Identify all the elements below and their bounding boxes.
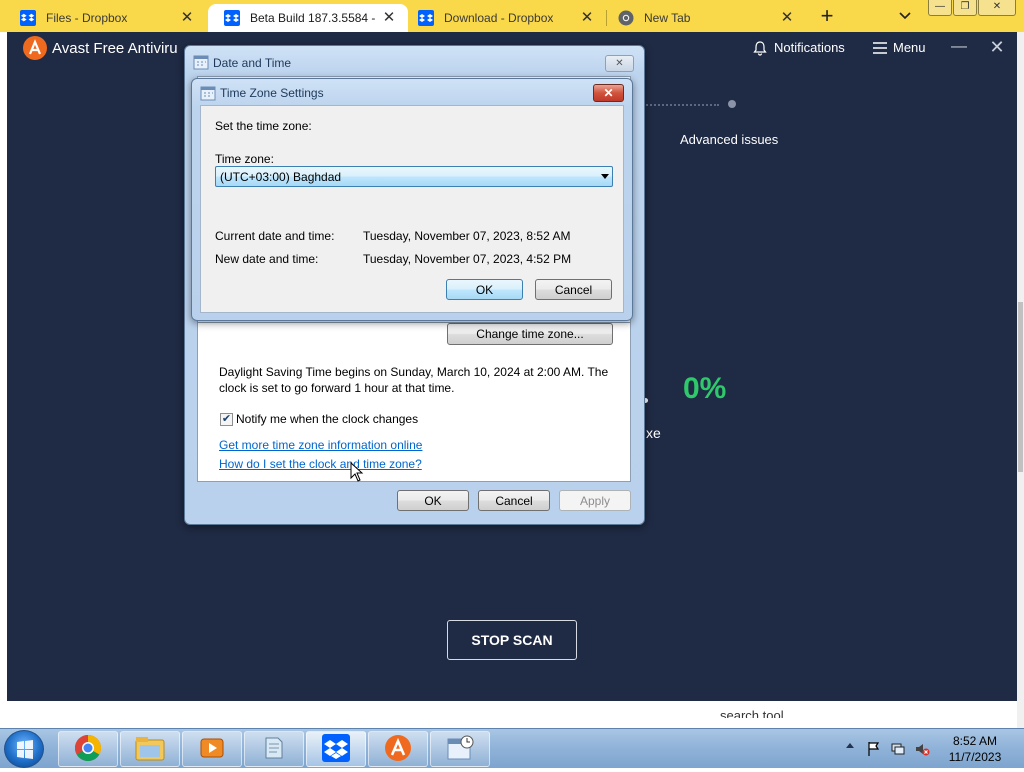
dropdown-arrow-icon [601,174,609,179]
chrome-icon [73,733,103,766]
avast-minimize-icon[interactable]: — [951,37,967,57]
set-timezone-label: Set the time zone: [215,119,312,133]
browser-tab-strip: Files - Dropbox ✕ Beta Build 187.3.5584 … [0,0,1024,32]
time-zone-icon [200,85,216,101]
time-zone-settings-dialog: Time Zone Settings ✕ Set the time zone: … [191,78,633,321]
more-timezone-info-link[interactable]: Get more time zone information online [219,438,422,452]
ok-button[interactable]: OK [446,279,523,300]
timezone-field-label: Time zone: [215,152,274,166]
action-center-flag-icon[interactable] [866,741,882,757]
network-icon[interactable] [890,741,906,757]
tab-new-tab[interactable]: New Tab ✕ [602,4,806,32]
page-bottom-area [0,701,1017,728]
clock-time[interactable]: 8:52 AM [940,734,1010,748]
avast-close-icon[interactable]: ✕ [989,37,1005,57]
taskbar: 8:52 AM 11/7/2023 [0,728,1024,768]
new-datetime-value: Tuesday, November 07, 2023, 4:52 PM [363,252,572,266]
tab-close-icon[interactable]: ✕ [178,9,196,27]
stop-scan-button[interactable]: STOP SCAN [447,620,577,660]
taskbar-notepad-button[interactable] [244,731,304,767]
ok-button[interactable]: OK [397,490,469,511]
show-hidden-icons-icon[interactable] [846,743,854,748]
close-icon[interactable]: ✕ [605,55,634,72]
dropbox-icon [224,10,240,26]
start-button[interactable] [4,730,44,768]
mouse-cursor-icon [350,461,364,482]
dropbox-icon [321,733,351,766]
file-explorer-icon [134,734,166,765]
new-datetime-label: New date and time: [215,252,319,266]
how-to-set-clock-link[interactable]: How do I set the clock and time zone? [219,457,422,471]
tab-title: Beta Build 187.3.5584 - D [250,11,378,25]
tab-close-icon[interactable]: ✕ [578,9,596,27]
clock-date[interactable]: 11/7/2023 [940,750,1010,764]
menu-button[interactable]: Menu [893,40,926,55]
volume-muted-icon[interactable] [914,741,930,757]
date-time-icon [193,54,209,70]
taskbar-media-button[interactable] [182,731,242,767]
dropbox-icon [20,10,36,26]
timezone-select[interactable]: (UTC+03:00) Baghdad [215,166,613,187]
dialog-title: Time Zone Settings [220,86,324,100]
current-datetime-label: Current date and time: [215,229,335,243]
apply-button[interactable]: Apply [559,490,631,511]
taskbar-chrome-button[interactable] [58,731,118,767]
tab-close-icon[interactable]: ✕ [380,9,398,27]
avast-logo-icon [23,36,47,60]
dropbox-icon [418,10,434,26]
hamburger-menu-icon[interactable] [873,41,887,55]
scan-progress-track [639,104,719,106]
cancel-button[interactable]: Cancel [478,490,550,511]
taskbar-explorer-button[interactable] [120,731,180,767]
cancel-button[interactable]: Cancel [535,279,612,300]
notify-label: Notify me when the clock changes [236,412,419,426]
avast-app-title: Avast Free Antiviru [52,40,178,57]
close-icon[interactable]: ✕ [593,84,624,102]
minimize-icon[interactable]: — [928,0,952,16]
date-time-icon [445,733,475,766]
scan-percentage: 0% [683,372,727,405]
media-player-icon [198,734,226,765]
tab-beta-build[interactable]: Beta Build 187.3.5584 - D ✕ [208,4,408,32]
scan-step-dot [728,100,736,108]
timezone-selected-value: (UTC+03:00) Baghdad [220,170,342,184]
dialog-title: Date and Time [213,56,292,70]
dst-info-text: Daylight Saving Time begins on Sunday, M… [219,365,609,395]
tab-title: Files - Dropbox [46,11,128,25]
tab-files-dropbox[interactable]: Files - Dropbox ✕ [4,4,206,32]
restore-icon[interactable]: ❐ [953,0,977,16]
current-datetime-value: Tuesday, November 07, 2023, 8:52 AM [363,229,571,243]
page-scrollbar[interactable] [1017,32,1024,728]
new-tab-button[interactable]: + [816,4,838,28]
tab-list-chevron-icon[interactable] [896,6,914,26]
notify-checkbox[interactable]: ✔ [220,413,233,426]
scanned-file-name: xe [646,425,661,441]
tab-title: New Tab [644,11,691,25]
page-bottom-text: search tool [720,708,784,718]
taskbar-dropbox-button[interactable] [306,731,366,767]
page-left-edge [0,32,7,701]
avast-icon [383,733,413,766]
tab-download-dropbox[interactable]: Download - Dropbox ✕ [402,4,606,32]
taskbar-avast-button[interactable] [368,731,428,767]
close-window-icon[interactable]: ✕ [978,0,1016,16]
scrollbar-thumb[interactable] [1018,302,1023,472]
advanced-issues-label: Advanced issues [680,132,779,147]
notifications-button[interactable]: Notifications [774,40,845,55]
bell-icon[interactable] [752,40,768,56]
tab-close-icon[interactable]: ✕ [778,9,796,27]
notepad-icon [260,734,288,765]
taskbar-datetime-button[interactable] [430,731,490,767]
change-time-zone-button[interactable]: Change time zone... [447,323,613,345]
tab-title: Download - Dropbox [444,11,554,25]
chrome-icon [618,10,634,26]
